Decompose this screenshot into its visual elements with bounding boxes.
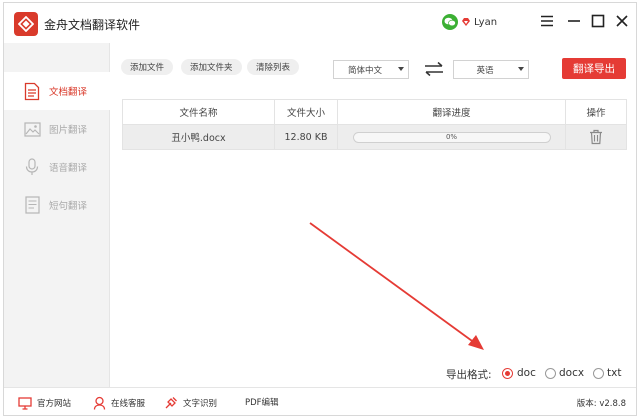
app-window: 金舟文档翻译软件 Lyan 文档翻译 图片翻译 语音翻译 短句翻译 添加文件 添…: [3, 2, 637, 416]
pdf-edit-label: PDF编辑: [245, 398, 279, 408]
close-icon[interactable]: [612, 11, 632, 31]
maximize-icon[interactable]: [588, 11, 608, 31]
ocr-icon: [164, 396, 178, 410]
header-file-size: 文件大小: [275, 100, 338, 124]
file-name-cell: 丑小鸭.docx: [123, 125, 275, 149]
table-row[interactable]: 丑小鸭.docx 12.80 KB 0%: [122, 124, 627, 150]
source-language-value: 简体中文: [347, 65, 382, 76]
source-language-select[interactable]: 简体中文: [333, 60, 409, 79]
header-file-name: 文件名称: [123, 100, 275, 124]
image-icon: [21, 118, 43, 140]
format-docx-label[interactable]: docx: [559, 367, 584, 379]
official-site-link[interactable]: 官方网站: [18, 396, 71, 410]
version-text: 版本: v2.8.8: [576, 399, 626, 409]
target-language-value: 英语: [476, 65, 494, 76]
format-docx-radio[interactable]: [545, 368, 556, 379]
sidebar: 文档翻译 图片翻译 语音翻译 短句翻译: [4, 43, 110, 387]
format-txt-radio[interactable]: [593, 368, 604, 379]
monitor-icon: [18, 396, 32, 410]
footer-bar: 官方网站 在线客服 文字识别 PDF编辑 版本: v2.8.8: [4, 387, 636, 415]
pdf-edit-link[interactable]: PDF编辑: [245, 396, 279, 408]
header-progress: 翻译进度: [338, 100, 566, 124]
actions-cell: [566, 125, 626, 149]
progress-bar: 0%: [352, 131, 551, 143]
header-actions: 操作: [586, 108, 606, 119]
sidebar-item-label: 语音翻译: [49, 163, 88, 174]
user-account[interactable]: Lyan: [442, 12, 497, 32]
add-file-button[interactable]: 添加文件: [121, 59, 174, 75]
swap-language-icon[interactable]: [423, 60, 445, 78]
microphone-icon: [21, 156, 43, 178]
translate-export-button[interactable]: 翻译导出: [562, 58, 626, 79]
sidebar-item-document-translate[interactable]: 文档翻译: [4, 72, 110, 110]
app-title: 金舟文档翻译软件: [44, 18, 141, 32]
clear-list-button[interactable]: 清除列表: [247, 59, 300, 75]
online-support-link[interactable]: 在线客服: [92, 396, 145, 410]
support-agent-icon: [92, 396, 106, 410]
app-logo-icon: [14, 12, 38, 36]
sidebar-item-label: 短句翻译: [49, 201, 88, 212]
online-support-label: 在线客服: [111, 399, 146, 409]
format-doc-label[interactable]: doc: [517, 367, 536, 379]
sidebar-item-image-translate[interactable]: 图片翻译: [4, 110, 110, 148]
file-size-cell: 12.80 KB: [275, 125, 338, 149]
wechat-icon: [442, 14, 458, 30]
target-language-select[interactable]: 英语: [453, 60, 529, 79]
sidebar-item-sentence-translate[interactable]: 短句翻译: [4, 186, 110, 224]
progress-text: 0%: [445, 133, 458, 141]
export-format-label: 导出格式:: [446, 369, 492, 381]
official-site-label: 官方网站: [37, 399, 72, 409]
chevron-down-icon: [518, 67, 524, 71]
user-name: Lyan: [474, 16, 498, 28]
ocr-label: 文字识别: [183, 399, 218, 409]
document-icon: [21, 80, 43, 102]
sidebar-item-voice-translate[interactable]: 语音翻译: [4, 148, 110, 186]
add-folder-button[interactable]: 添加文件夹: [181, 59, 242, 75]
chevron-down-icon: [398, 67, 404, 71]
format-txt-label[interactable]: txt: [607, 367, 621, 379]
menu-icon[interactable]: [537, 11, 557, 31]
minimize-icon[interactable]: [564, 11, 584, 31]
format-doc-radio[interactable]: [502, 368, 513, 379]
progress-cell: 0%: [338, 125, 566, 149]
table-header: 文件名称 文件大小 翻译进度 操作: [122, 99, 627, 124]
text-icon: [21, 194, 43, 216]
annotation-arrow: [309, 222, 484, 350]
vip-badge-icon: [462, 18, 470, 26]
sidebar-item-label: 文档翻译: [49, 87, 88, 98]
trash-icon[interactable]: [589, 129, 603, 145]
file-table: 文件名称 文件大小 翻译进度 操作 丑小鸭.docx 12.80 KB 0%: [122, 99, 627, 150]
ocr-link[interactable]: 文字识别: [164, 396, 217, 410]
sidebar-item-label: 图片翻译: [49, 125, 88, 136]
title-bar: 金舟文档翻译软件 Lyan: [4, 3, 636, 43]
